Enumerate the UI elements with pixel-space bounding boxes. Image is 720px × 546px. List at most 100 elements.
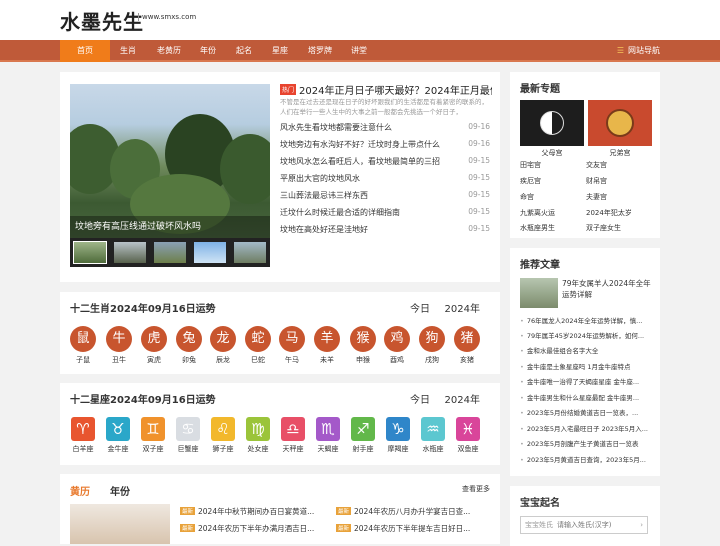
almanac-image[interactable] [70, 504, 170, 544]
topic-link[interactable]: 田宅宫 [520, 160, 541, 170]
constellation-item[interactable]: ♑ 摩羯座 [382, 417, 414, 454]
tab-almanac[interactable]: 黄历 [70, 483, 90, 498]
constellation-section: 十二星座2024年09月16日运势 今日 2024年 ♈ 白羊座 ♉ 金牛座 ♊ 双子… [60, 383, 500, 465]
recommend-item[interactable]: 2023年5月剖腹产生子黄道吉日一览表 [520, 438, 654, 448]
gemini-icon: ♊ [141, 417, 165, 441]
zodiac-item[interactable]: 马午马 [277, 326, 307, 365]
constellation-item[interactable]: ♋ 巨蟹座 [172, 417, 204, 454]
nav-item-constellation[interactable]: 星座 [264, 40, 296, 62]
zodiac-label: 寅虎 [147, 356, 161, 364]
constellation-item[interactable]: ♎ 天秤座 [277, 417, 309, 454]
topic-card[interactable]: 父母宫 [520, 100, 584, 158]
scorpio-icon: ♏ [316, 417, 340, 441]
topic-link[interactable]: 水瓶座男生 [520, 223, 555, 233]
constellation-item[interactable]: ♌ 狮子座 [207, 417, 239, 454]
nav-item-almanac[interactable]: 老黄历 [148, 40, 190, 62]
zodiac-item[interactable]: 牛丑牛 [104, 326, 134, 365]
recommend-feature-title[interactable]: 79年女属羊人2024年全年运势详解 [562, 278, 654, 300]
zodiac-item[interactable]: 猴申猴 [348, 326, 378, 365]
news-item[interactable]: 迁坟什么时候迁最合适的详细指南 09-15 [280, 207, 492, 223]
topic-link[interactable]: 九紫离火运 [520, 208, 555, 218]
surname-input[interactable] [557, 521, 627, 529]
news-item[interactable]: 坟地旁边有水沟好不好？迁坟时身上带点什么 09-16 [280, 139, 492, 155]
nav-item-lecture[interactable]: 讲堂 [343, 40, 375, 62]
recommend-item[interactable]: 金牛座是土象星座吗 1月金牛座特点 [520, 361, 654, 371]
nav-item-zodiac[interactable]: 生肖 [112, 40, 144, 62]
news-item[interactable]: 平原出大官的坟地风水 09-15 [280, 173, 492, 189]
recommend-item[interactable]: 金牛座唯一治得了天蝎座星座 金牛座... [520, 376, 654, 386]
topic-link[interactable]: 交友宫 [586, 160, 607, 170]
almanac-news-item[interactable]: 最新 2024年农历下半年提车吉日好日... [336, 523, 470, 534]
zodiac-item[interactable]: 鸡酉鸡 [382, 326, 412, 365]
topic-link[interactable]: 2024年犯太岁 [586, 208, 632, 218]
topic-link[interactable]: 财帛宫 [586, 176, 607, 186]
constellation-item[interactable]: ♊ 双子座 [137, 417, 169, 454]
featured-caption[interactable]: 坟地旁有高压线通过破坏风水吗 [70, 216, 270, 238]
constellation-item[interactable]: ♐ 射手座 [347, 417, 379, 454]
constellation-label: 处女座 [247, 445, 269, 453]
zodiac-tab-today[interactable]: 今日 [410, 300, 430, 315]
recommend-item[interactable]: 76年属龙人2024年全年运势详解，慎... [520, 315, 654, 325]
news-item[interactable]: 坟地风水怎么看旺后人，看坟地最简单的三招 09-15 [280, 156, 492, 172]
news-item[interactable]: 坟地在高处好还是洼地好 09-15 [280, 224, 492, 240]
recommend-item[interactable]: 2023年5月黄道吉日查询，2023年5月... [520, 454, 654, 464]
headline-link[interactable]: 热门2024年正月日子哪天最好？2024年正月最佳日子查询 [280, 82, 492, 97]
topic-link[interactable]: 命宫 [520, 192, 534, 202]
headline-summary: 不管是在过去还是现在日子的好坏跟我们的生活都是有着紧密的联系的，人们在举行一些人… [280, 98, 488, 116]
recommend-item[interactable]: 79年属羊45岁2024年运势解析，如何... [520, 330, 654, 340]
recommend-item[interactable]: 金和水最佳组合名字大全 [520, 345, 654, 355]
more-link[interactable]: 查看更多 [462, 484, 490, 494]
zodiac-item[interactable]: 虎寅虎 [139, 326, 169, 365]
thumbnail-4[interactable] [194, 242, 226, 263]
topic-link[interactable]: 双子座女生 [586, 223, 621, 233]
nav-item-tarot[interactable]: 塔罗牌 [302, 40, 338, 62]
recommend-item[interactable]: 2023年5月入宅最旺日子 2023年5月入... [520, 423, 654, 433]
zodiac-item[interactable]: 鼠子鼠 [68, 326, 98, 365]
tab-year[interactable]: 年份 [110, 483, 130, 498]
thumbnail-3[interactable] [154, 242, 186, 263]
news-date: 09-15 [468, 207, 490, 216]
thumbnail-2[interactable] [114, 242, 146, 263]
site-logo[interactable]: 水墨先生 [60, 6, 144, 35]
nav-item-home[interactable]: 首页 [60, 40, 110, 62]
recommend-thumbnail[interactable] [520, 278, 558, 308]
topic-card[interactable]: 兄弟宫 [588, 100, 652, 158]
constellation-item[interactable]: ♈ 白羊座 [67, 417, 99, 454]
featured-image[interactable]: 坟地旁有高压线通过破坏风水吗 [70, 84, 270, 267]
news-item[interactable]: 风水先生看坟地都需要注意什么 09-16 [280, 122, 492, 138]
zodiac-item[interactable]: 蛇巳蛇 [243, 326, 273, 365]
constellation-item[interactable]: ♉ 金牛座 [102, 417, 134, 454]
almanac-news-item[interactable]: 最新 2024年中秋节期间办百日宴黄道... [180, 506, 314, 517]
constellation-item[interactable]: ♏ 天蝎座 [312, 417, 344, 454]
nav-item-year[interactable]: 年份 [192, 40, 224, 62]
recommend-item[interactable]: 2023年5月份结婚黄道吉日一览表，... [520, 407, 654, 417]
constellation-label: 水瓶座 [422, 445, 444, 453]
snake-icon: 蛇 [245, 326, 271, 352]
zodiac-item[interactable]: 狗戌狗 [417, 326, 447, 365]
constellation-title: 十二星座2024年09月16日运势 [70, 395, 216, 406]
leo-icon: ♌ [211, 417, 235, 441]
constellation-tab-today[interactable]: 今日 [410, 391, 430, 406]
topic-link[interactable]: 夫妻宫 [586, 192, 607, 202]
constellation-item[interactable]: ♒ 水瓶座 [417, 417, 449, 454]
almanac-news-item[interactable]: 最新 2024年农历八月办升学宴吉日查... [336, 506, 470, 517]
topic-link[interactable]: 疾厄宫 [520, 176, 541, 186]
sagittarius-icon: ♐ [351, 417, 375, 441]
recommend-item[interactable]: 金牛座男生和什么星座最配 金牛座男... [520, 392, 654, 402]
news-date: 09-15 [468, 173, 490, 182]
zodiac-item[interactable]: 龙辰龙 [208, 326, 238, 365]
zodiac-item[interactable]: 兔卯兔 [174, 326, 204, 365]
thumbnail-5[interactable] [234, 242, 266, 263]
constellation-item[interactable]: ♍ 处女座 [242, 417, 274, 454]
thumbnail-1[interactable] [73, 241, 107, 264]
news-item[interactable]: 三山葬法最忌讳三样东西 09-15 [280, 190, 492, 206]
nav-item-naming[interactable]: 起名 [228, 40, 260, 62]
zodiac-item[interactable]: 猪亥猪 [452, 326, 482, 365]
constellation-label: 摩羯座 [387, 445, 409, 453]
zodiac-tab-year[interactable]: 2024年 [445, 300, 480, 315]
zodiac-item[interactable]: 羊未羊 [312, 326, 342, 365]
almanac-news-item[interactable]: 最新 2024年农历下半年办满月酒吉日... [180, 523, 314, 534]
constellation-item[interactable]: ♓ 双鱼座 [452, 417, 484, 454]
constellation-tab-year[interactable]: 2024年 [445, 391, 480, 406]
site-guide-menu[interactable]: ☰ 网站导航 [617, 40, 660, 62]
